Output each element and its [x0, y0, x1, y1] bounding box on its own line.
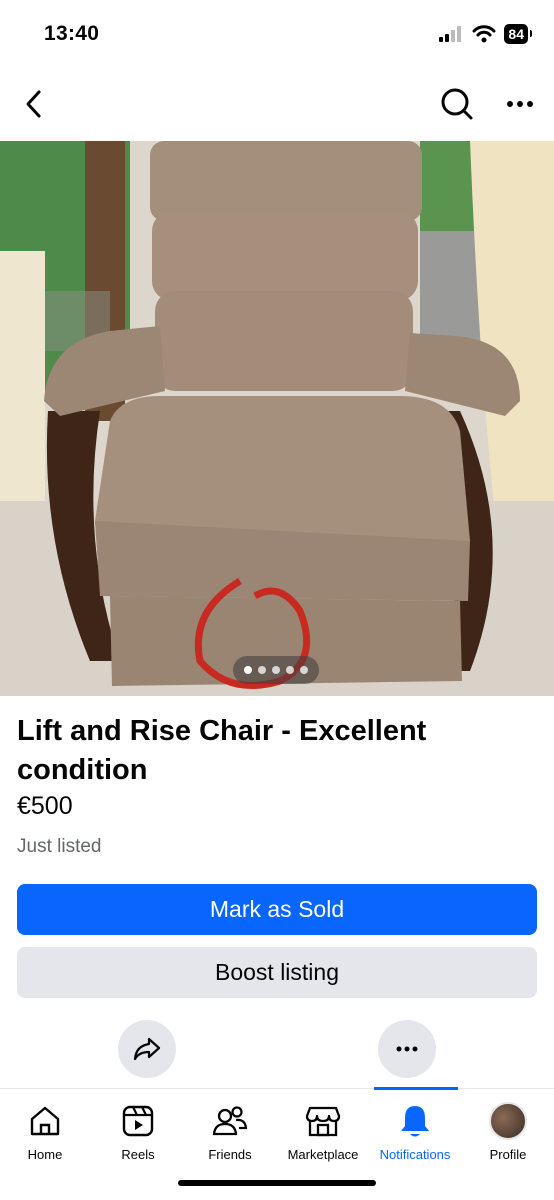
- signal-icon: [439, 26, 462, 42]
- more-horizontal-icon: [507, 101, 533, 107]
- listing-price: €500: [17, 792, 73, 820]
- chevron-left-icon: [26, 90, 41, 118]
- avatar: [489, 1102, 527, 1140]
- pagination-dot-1[interactable]: [244, 666, 252, 674]
- status-icons: 84: [438, 24, 532, 44]
- back-button[interactable]: [14, 84, 54, 124]
- tab-label: Marketplace: [287, 1147, 359, 1162]
- chair-photo: [0, 141, 554, 696]
- status-bar: 13:40 84: [0, 0, 554, 70]
- tab-profile[interactable]: Profile: [462, 1101, 554, 1171]
- more-options-button[interactable]: [500, 84, 540, 124]
- pagination-dot-4[interactable]: [286, 666, 294, 674]
- tab-label: Profile: [489, 1147, 527, 1162]
- search-button[interactable]: [437, 84, 477, 124]
- search-icon: [441, 88, 473, 120]
- share-icon: [133, 1037, 161, 1061]
- tab-label: Home: [27, 1147, 63, 1162]
- reels-icon: [122, 1105, 154, 1137]
- mark-as-sold-button[interactable]: Mark as Sold: [17, 884, 537, 935]
- top-nav: [0, 72, 554, 136]
- tab-label: Notifications: [379, 1147, 451, 1162]
- active-tab-indicator: [374, 1087, 458, 1090]
- pagination-dot-3[interactable]: [272, 666, 280, 674]
- tab-home[interactable]: Home: [0, 1101, 91, 1171]
- share-button[interactable]: [118, 1020, 176, 1078]
- home-indicator: [178, 1180, 376, 1186]
- tab-marketplace[interactable]: Marketplace: [277, 1101, 369, 1171]
- battery-icon: 84: [504, 24, 532, 44]
- status-time: 13:40: [44, 22, 100, 45]
- tab-notifications[interactable]: Notifications: [369, 1101, 461, 1171]
- listing-title: Lift and Rise Chair - Excellent conditio…: [17, 715, 427, 786]
- pagination-dot-5[interactable]: [300, 666, 308, 674]
- tab-friends[interactable]: Friends: [184, 1101, 276, 1171]
- pagination-dot-2[interactable]: [258, 666, 266, 674]
- wifi-icon: [472, 25, 496, 43]
- tab-reels[interactable]: Reels: [92, 1101, 184, 1171]
- photo-pagination: [233, 656, 319, 684]
- marketplace-icon: [305, 1106, 341, 1137]
- bell-icon: [401, 1106, 429, 1137]
- listing-more-button[interactable]: [378, 1020, 436, 1078]
- more-horizontal-icon: [396, 1046, 418, 1052]
- tab-label: Reels: [121, 1147, 155, 1162]
- friends-icon: [212, 1106, 248, 1136]
- boost-listing-button[interactable]: Boost listing: [17, 947, 537, 998]
- home-icon: [30, 1106, 60, 1136]
- listing-status: Just listed: [17, 836, 102, 857]
- tab-label: Friends: [208, 1147, 252, 1162]
- listing-photo[interactable]: [0, 141, 554, 696]
